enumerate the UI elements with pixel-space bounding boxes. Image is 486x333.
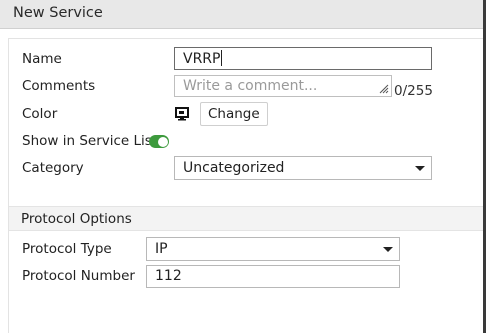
protocol-type-select[interactable]: IP xyxy=(146,237,400,261)
protocol-options-header: Protocol Options xyxy=(9,206,486,231)
category-value: Uncategorized xyxy=(183,160,285,176)
dialog-title: New Service xyxy=(13,5,103,21)
text-caret xyxy=(221,50,223,66)
monitor-color-icon xyxy=(175,107,189,121)
protocol-type-label: Protocol Type xyxy=(22,241,112,257)
protocol-number-input[interactable]: 112 xyxy=(146,265,400,288)
category-label: Category xyxy=(22,160,84,176)
toggle-knob xyxy=(157,136,168,147)
chevron-down-icon xyxy=(383,247,393,252)
color-label: Color xyxy=(22,106,58,122)
show-in-service-list-label: Show in Service List xyxy=(22,133,158,149)
resize-grip-icon[interactable] xyxy=(379,84,389,94)
comments-label: Comments xyxy=(22,78,96,94)
protocol-number-label: Protocol Number xyxy=(22,268,135,284)
protocol-type-value: IP xyxy=(155,241,168,257)
change-color-button[interactable]: Change xyxy=(200,102,268,126)
comments-counter: 0/255 xyxy=(394,83,433,99)
name-value: VRRP xyxy=(183,51,221,67)
show-in-service-list-toggle[interactable] xyxy=(149,135,169,148)
protocol-number-value: 112 xyxy=(155,268,182,284)
comments-placeholder: Write a comment... xyxy=(183,78,318,94)
category-select[interactable]: Uncategorized xyxy=(174,156,432,180)
name-input[interactable]: VRRP xyxy=(174,47,432,70)
new-service-dialog: New Service Name VRRP Comments Write a c… xyxy=(0,0,486,333)
title-bar: New Service xyxy=(0,0,486,29)
comments-textarea[interactable]: Write a comment... xyxy=(174,75,392,97)
chevron-down-icon xyxy=(415,166,425,171)
protocol-options-title: Protocol Options xyxy=(21,211,132,227)
name-label: Name xyxy=(22,51,62,67)
form-panel: Name VRRP Comments Write a comment... 0/… xyxy=(8,38,486,333)
